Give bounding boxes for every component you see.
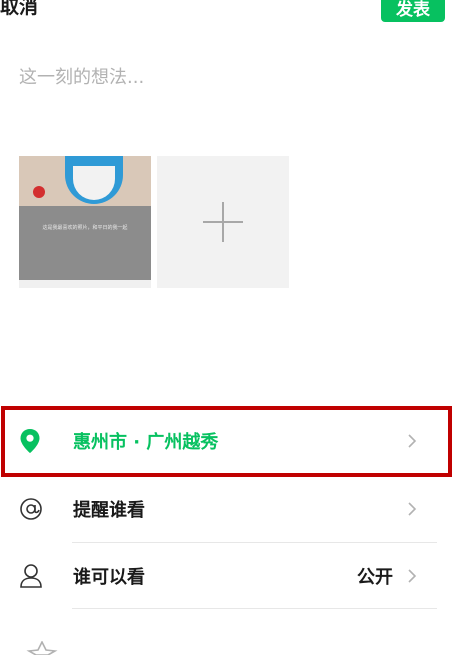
add-photo-button[interactable] [157,156,289,288]
photo-thumbnail[interactable]: 这是我最喜欢的照片，和平日的我一起 [19,156,151,288]
thumbnail-caption: 这是我最喜欢的照片，和平日的我一起 [42,225,128,231]
cancel-button[interactable]: 取消 [0,0,38,19]
person-icon [19,559,53,593]
thumbnail-red-dot [33,186,45,198]
row-divider [72,608,437,609]
moment-text-input[interactable]: 这一刻的想法... [19,63,144,89]
remind-label: 提醒谁看 [73,500,145,521]
location-highlight-box [1,406,452,477]
at-icon [19,492,53,526]
top-bar: 取消 发表 [0,0,455,30]
star-icon [26,640,58,659]
publish-button[interactable]: 发表 [381,0,445,22]
chevron-right-icon [405,499,419,519]
remind-row[interactable]: 提醒谁看 [19,476,437,542]
visibility-label: 谁可以看 [73,567,145,588]
chevron-right-icon [405,566,419,586]
visibility-row[interactable]: 谁可以看 公开 [19,543,437,609]
thumbnail-bottom-strip [19,280,151,288]
visibility-value: 公开 [357,567,393,588]
